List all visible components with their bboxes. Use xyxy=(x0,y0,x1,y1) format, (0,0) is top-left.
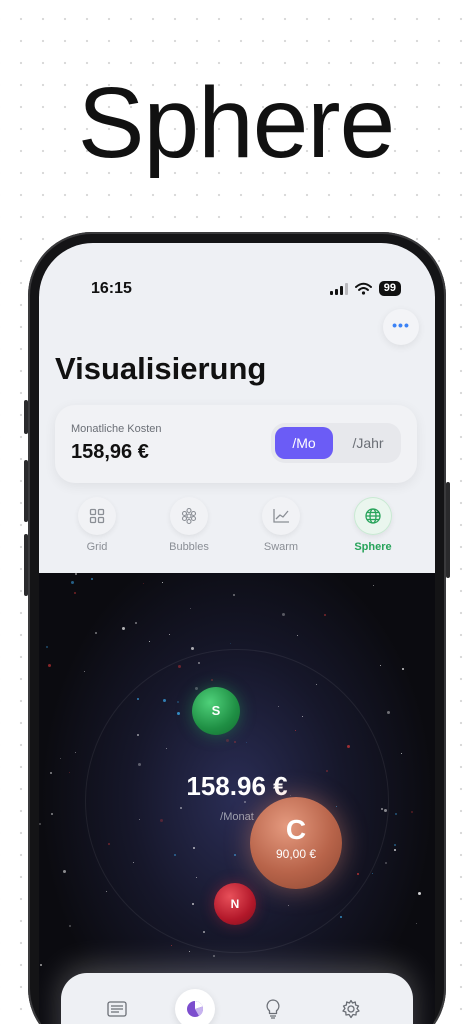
star xyxy=(143,583,144,584)
star xyxy=(84,671,85,672)
status-time: 16:15 xyxy=(91,280,132,297)
star xyxy=(394,844,396,846)
tab-insights[interactable] xyxy=(253,989,293,1024)
star xyxy=(171,945,172,946)
star xyxy=(233,594,235,596)
star xyxy=(135,622,137,624)
battery-icon: 99 xyxy=(378,281,401,296)
star xyxy=(191,647,194,650)
star xyxy=(122,627,125,630)
star xyxy=(418,892,421,895)
wifi-icon xyxy=(354,282,372,295)
subscription-bubble-c[interactable]: C 90,00 € xyxy=(250,797,342,889)
star xyxy=(213,955,215,957)
tab-grid-circle xyxy=(78,497,116,535)
phone-side-button xyxy=(24,534,28,596)
tab-grid[interactable]: Grid xyxy=(57,497,137,553)
star xyxy=(106,891,107,892)
header-area: 16:15 99 ••• Visualisierung Monatliche K… xyxy=(39,243,435,573)
page-title: Visualisierung xyxy=(55,351,267,386)
star xyxy=(75,752,76,753)
sphere-period: /Monat xyxy=(220,811,254,823)
phone-screen: 16:15 99 ••• Visualisierung Monatliche K… xyxy=(39,243,435,1024)
lightbulb-icon xyxy=(266,999,280,1019)
bubble-amount: 90,00 € xyxy=(275,847,317,861)
star xyxy=(190,608,191,609)
star xyxy=(401,753,402,754)
tab-sphere-label: Sphere xyxy=(354,541,392,553)
grid-icon xyxy=(89,508,105,524)
tab-swarm-circle xyxy=(262,497,300,535)
star xyxy=(402,668,404,670)
globe-icon xyxy=(365,508,381,524)
cellular-signal-icon xyxy=(329,282,348,295)
star xyxy=(230,643,231,644)
star xyxy=(39,823,41,825)
toggle-yearly-button[interactable]: /Jahr xyxy=(339,427,397,459)
tab-bubbles-circle xyxy=(170,497,208,535)
star xyxy=(75,573,77,575)
star xyxy=(282,613,285,616)
star xyxy=(340,916,342,918)
subscription-bubble-n[interactable]: N xyxy=(214,883,256,925)
phone-side-button xyxy=(446,482,450,578)
star xyxy=(91,578,93,580)
bubbles-icon xyxy=(181,507,197,525)
phone-side-button xyxy=(24,400,28,434)
hero-title: Sphere xyxy=(77,67,395,179)
star xyxy=(373,585,374,586)
star xyxy=(297,635,298,636)
star xyxy=(63,870,66,873)
star xyxy=(69,925,71,927)
toggle-monthly-button[interactable]: /Mo xyxy=(275,427,333,459)
visualization-tabs: Grid Bubbles Swarm Sphere xyxy=(39,497,435,561)
tab-sphere[interactable]: Sphere xyxy=(333,497,413,553)
tab-settings[interactable] xyxy=(331,989,371,1024)
cost-value: 158,96 € xyxy=(71,441,149,463)
tab-grid-label: Grid xyxy=(86,541,108,553)
gear-icon xyxy=(342,999,360,1019)
tab-bubbles-label: Bubbles xyxy=(169,541,209,553)
tab-swarm-label: Swarm xyxy=(263,541,299,553)
tab-bubbles[interactable]: Bubbles xyxy=(149,497,229,553)
cost-label: Monatliche Kosten xyxy=(71,423,162,435)
star xyxy=(74,592,76,594)
bottom-tab-bar xyxy=(61,973,413,1024)
star xyxy=(162,582,163,583)
star xyxy=(95,632,97,634)
tab-overview[interactable] xyxy=(175,989,215,1024)
star xyxy=(394,849,396,851)
more-options-button[interactable]: ••• xyxy=(383,309,419,345)
phone-frame: 16:15 99 ••• Visualisierung Monatliche K… xyxy=(24,232,450,1024)
tab-sphere-circle xyxy=(354,497,392,535)
star xyxy=(60,758,61,759)
tab-swarm[interactable]: Swarm xyxy=(241,497,321,553)
star xyxy=(324,614,326,616)
star xyxy=(40,964,42,966)
star xyxy=(169,634,170,635)
sphere-total: 158.96 € xyxy=(186,771,288,801)
star xyxy=(189,951,190,952)
monthly-cost-card: Monatliche Kosten 158,96 € /Mo /Jahr xyxy=(55,405,417,483)
chart-line-icon xyxy=(273,509,289,523)
star xyxy=(385,862,387,864)
period-toggle: /Mo /Jahr xyxy=(271,423,401,463)
list-icon xyxy=(107,1001,127,1017)
bubble-letter: C xyxy=(285,814,307,845)
star xyxy=(48,664,51,667)
sphere-visualization[interactable]: 158.96 € /Monat S C 90,00 € N xyxy=(39,573,435,1024)
star xyxy=(372,873,373,874)
status-icons: 99 xyxy=(329,281,401,296)
star xyxy=(380,665,381,666)
star xyxy=(46,646,48,648)
phone-side-button xyxy=(24,460,28,522)
subscription-bubble-s[interactable]: S xyxy=(192,687,240,735)
pie-chart-icon xyxy=(187,1001,204,1017)
star xyxy=(71,581,74,584)
star xyxy=(416,923,417,924)
star xyxy=(387,711,390,714)
tab-list[interactable] xyxy=(97,989,137,1024)
star xyxy=(149,641,150,642)
